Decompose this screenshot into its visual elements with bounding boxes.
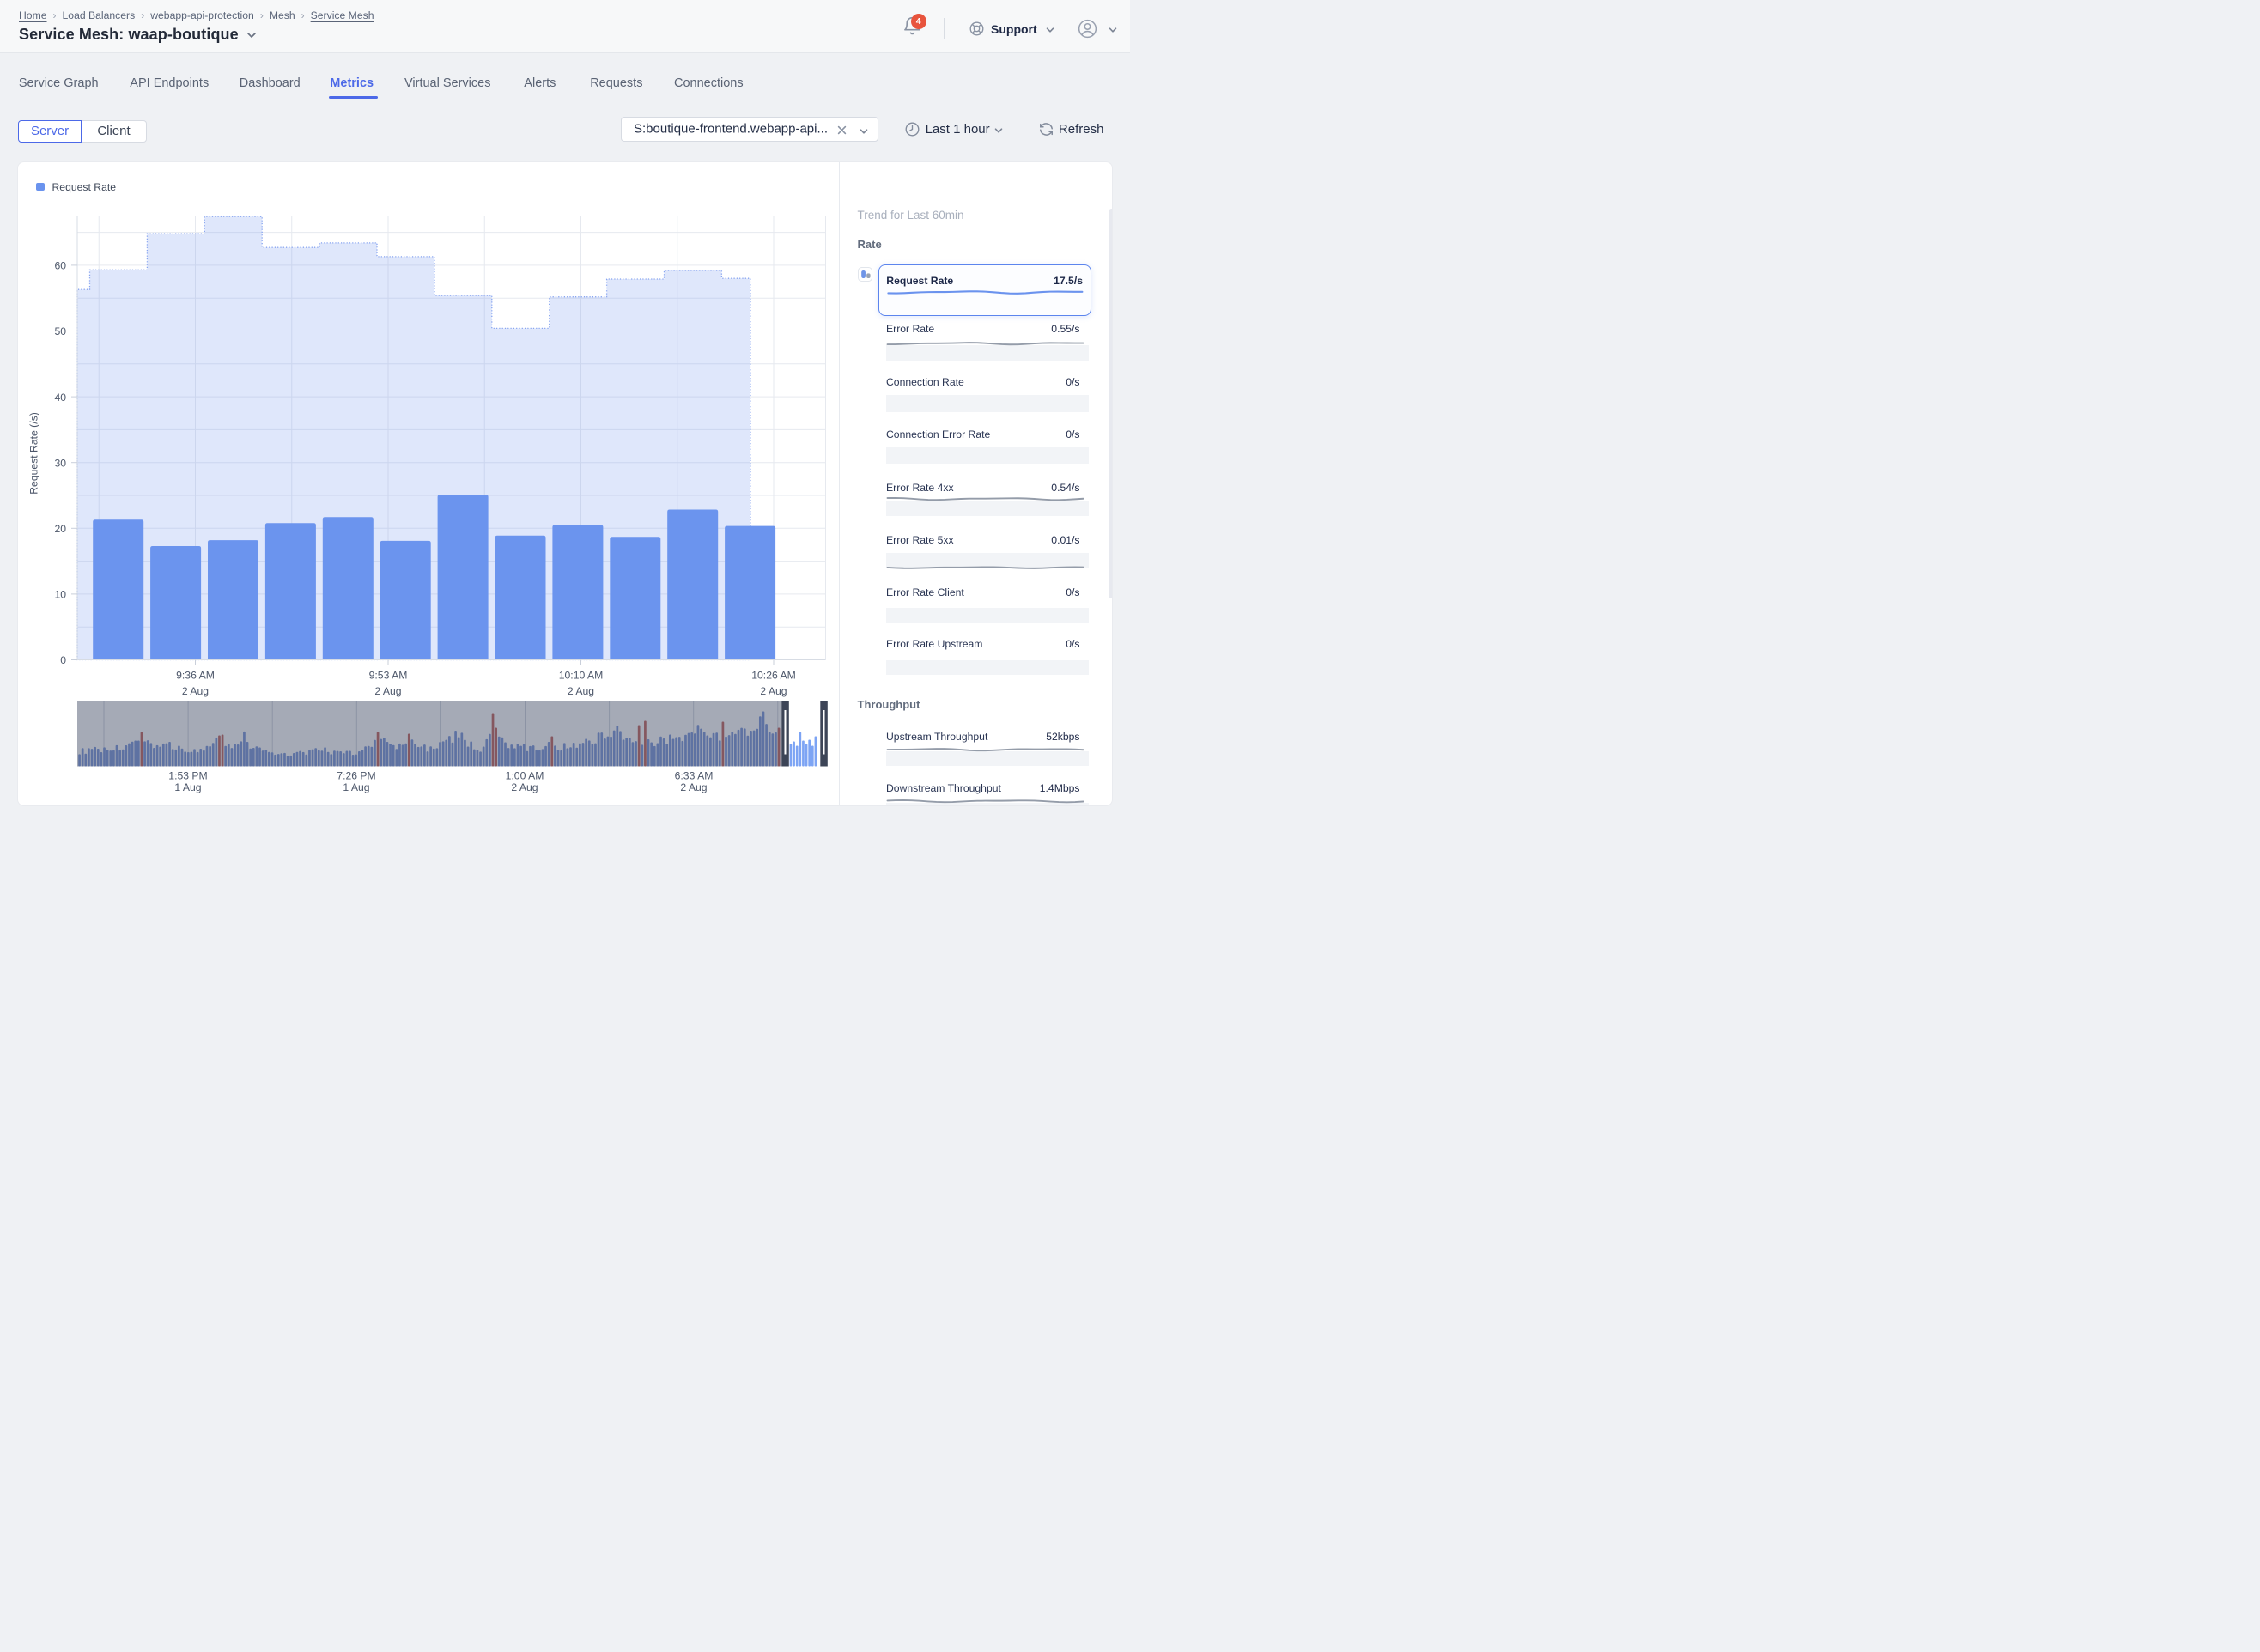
- svg-text:6:33 AM: 6:33 AM: [675, 769, 714, 781]
- svg-text:2 Aug: 2 Aug: [568, 685, 594, 697]
- svg-text:0: 0: [60, 654, 66, 666]
- svg-text:7:26 PM: 7:26 PM: [337, 769, 375, 781]
- svg-text:2 Aug: 2 Aug: [374, 685, 401, 697]
- svg-text:10: 10: [54, 588, 66, 600]
- svg-text:2 Aug: 2 Aug: [511, 780, 538, 793]
- svg-text:20: 20: [54, 523, 66, 535]
- svg-text:2 Aug: 2 Aug: [182, 685, 209, 697]
- svg-text:10:26 AM: 10:26 AM: [751, 669, 796, 681]
- svg-text:1 Aug: 1 Aug: [174, 780, 201, 793]
- svg-text:9:36 AM: 9:36 AM: [176, 669, 215, 681]
- svg-text:2 Aug: 2 Aug: [680, 780, 707, 793]
- svg-text:10:10 AM: 10:10 AM: [559, 669, 604, 681]
- svg-text:2 Aug: 2 Aug: [760, 685, 787, 697]
- svg-text:50: 50: [54, 325, 66, 337]
- svg-text:1 Aug: 1 Aug: [343, 780, 369, 793]
- svg-text:60: 60: [54, 259, 66, 271]
- svg-text:1:00 AM: 1:00 AM: [506, 769, 544, 781]
- svg-text:1:53 PM: 1:53 PM: [168, 769, 207, 781]
- svg-text:Request Rate (/s): Request Rate (/s): [28, 412, 40, 495]
- svg-text:40: 40: [54, 391, 66, 403]
- svg-text:9:53 AM: 9:53 AM: [369, 669, 408, 681]
- svg-text:30: 30: [54, 457, 66, 469]
